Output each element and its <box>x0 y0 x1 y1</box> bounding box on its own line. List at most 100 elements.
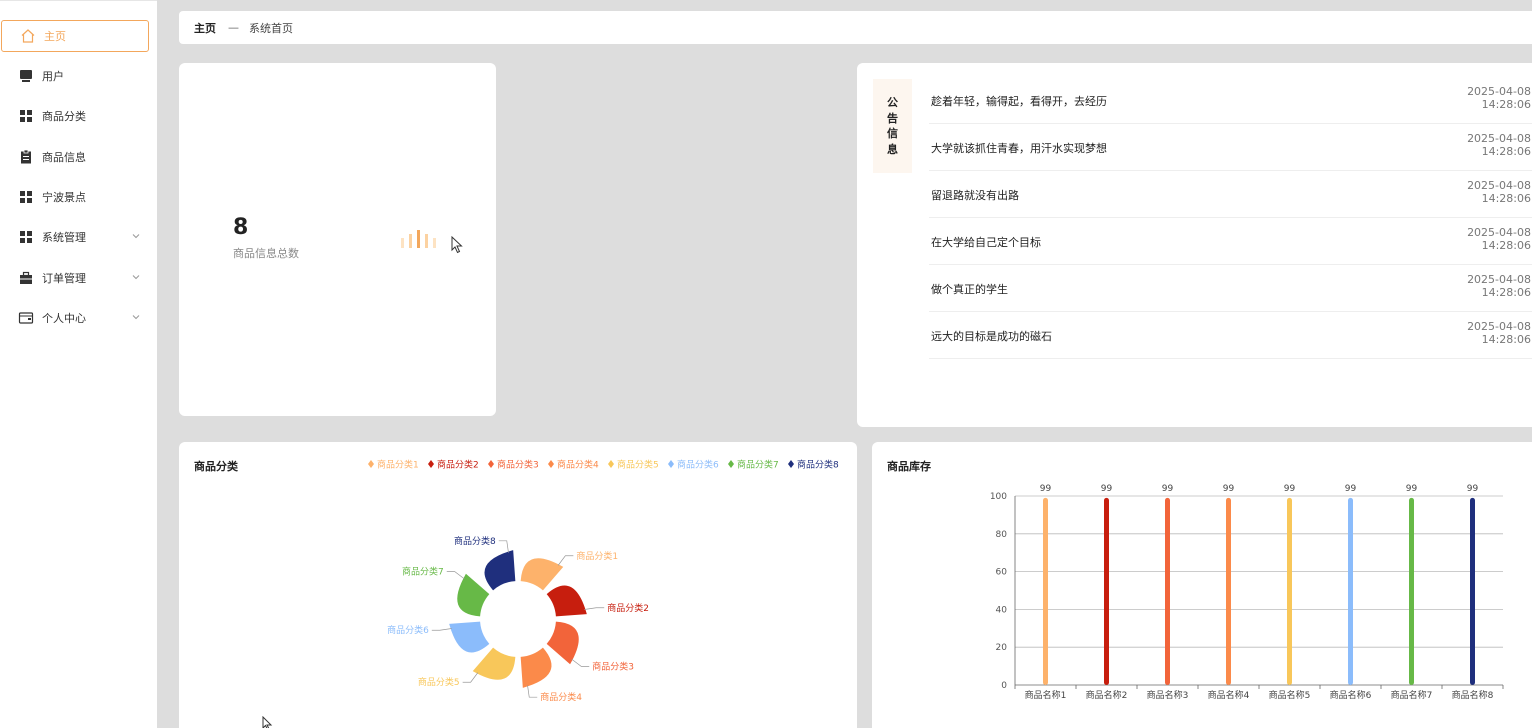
notice-list: 趁着年轻，输得起，看得开，去经历 2025-04-08 14:28:06 大学就该抓住… <box>929 77 1532 359</box>
pie-slice[interactable] <box>546 621 579 665</box>
mouse-cursor-icon <box>451 236 463 254</box>
legend-marker <box>488 460 494 468</box>
notice-title[interactable]: 远大的目标是成功的磁石 <box>931 328 1052 344</box>
notice-title[interactable]: 趁着年轻，输得起，看得开，去经历 <box>931 93 1107 109</box>
notice-title[interactable]: 留退路就没有出路 <box>931 187 1019 203</box>
bar-value-label: 99 <box>1040 484 1052 494</box>
notice-date: 2025-04-08 <box>1467 320 1531 333</box>
bar[interactable] <box>1165 497 1170 685</box>
chevron-down-icon[interactable] <box>130 311 142 323</box>
sidebar-item-1[interactable]: 主页 <box>1 20 149 52</box>
bar[interactable] <box>1470 497 1475 685</box>
legend-item[interactable]: 商品分类1 <box>368 459 419 471</box>
product-count-value: 8 <box>233 215 249 240</box>
legend-item[interactable]: 商品分类7 <box>728 459 779 471</box>
legend-marker <box>788 460 794 468</box>
notice-tag-char: 告 <box>887 111 898 125</box>
pie-label-line <box>446 571 465 580</box>
pie-label: 商品分类4 <box>540 691 582 703</box>
sidebar-item-8[interactable]: 个人中心 <box>0 302 150 334</box>
notice-tag: 公告信息 <box>873 79 912 173</box>
pie-label: 商品分类7 <box>402 566 444 578</box>
bar[interactable] <box>1287 497 1292 685</box>
legend-item[interactable]: 商品分类6 <box>668 459 719 471</box>
notice-tag-char: 公 <box>887 96 898 109</box>
legend-item[interactable]: 商品分类2 <box>428 459 479 471</box>
notice-date: 2025-04-08 <box>1467 132 1531 145</box>
pie-slice[interactable] <box>457 573 490 617</box>
bar[interactable] <box>1104 497 1109 685</box>
notice-tag-char: 息 <box>887 142 898 156</box>
pie-label-line <box>527 685 538 698</box>
chevron-down-icon[interactable] <box>130 230 142 242</box>
notice-date: 2025-04-08 <box>1467 85 1531 98</box>
legend-item[interactable]: 商品分类5 <box>608 459 659 471</box>
grid-icon <box>18 229 34 245</box>
notice-row[interactable]: 留退路就没有出路 2025-04-08 14:28:06 <box>929 171 1532 218</box>
x-tick-label: 商品名称7 <box>1391 689 1433 701</box>
pie-label-line <box>462 672 479 683</box>
y-tick-label: 80 <box>996 530 1008 540</box>
pie-slice[interactable] <box>472 647 516 680</box>
notice-time: 14:28:06 <box>1481 239 1531 252</box>
notice-row[interactable]: 大学就该抓住青春，用汗水实现梦想 2025-04-08 14:28:06 <box>929 124 1532 171</box>
x-tick-label: 商品名称3 <box>1147 689 1189 701</box>
sidebar-item-5[interactable]: 宁波景点 <box>0 181 150 213</box>
notice-row[interactable]: 在大学给自己定个目标 2025-04-08 14:28:06 <box>929 218 1532 265</box>
home-icon <box>20 28 36 44</box>
category-chart-card: 商品分类 商品分类1 商品分类2 商品分类3 商品分类4 商品分类5 商品分类6 商品分类7… <box>179 442 857 728</box>
legend-marker <box>728 460 734 468</box>
bar[interactable] <box>1043 497 1048 685</box>
legend-label: 商品分类1 <box>377 459 419 471</box>
pie-slice[interactable] <box>546 585 587 617</box>
pie-slice[interactable] <box>520 647 552 688</box>
grid-icon <box>18 189 34 205</box>
notice-time: 14:28:06 <box>1481 98 1531 111</box>
wallet-icon <box>18 310 34 326</box>
sidebar-item-2[interactable]: 用户 <box>0 60 150 92</box>
chevron-down-icon[interactable] <box>130 271 142 283</box>
bar[interactable] <box>1409 497 1414 685</box>
grid-icon <box>18 108 34 124</box>
pie-slice[interactable] <box>484 550 516 591</box>
legend-marker <box>608 460 614 468</box>
notice-date: 2025-04-08 <box>1467 226 1531 239</box>
notice-datetime: 2025-04-08 14:28:06 <box>1467 273 1531 299</box>
pie-slice[interactable] <box>449 621 490 653</box>
bar[interactable] <box>1226 497 1231 685</box>
notice-row[interactable]: 趁着年轻，输得起，看得开，去经历 2025-04-08 14:28:06 <box>929 77 1532 124</box>
notice-date: 2025-04-08 <box>1467 273 1531 286</box>
clipboard-icon <box>18 149 34 165</box>
pie-label-line <box>571 658 590 667</box>
sidebar-item-3[interactable]: 商品分类 <box>0 100 150 132</box>
pie-slice[interactable] <box>520 558 564 591</box>
product-count-card: 8 商品信息总数 <box>179 63 496 416</box>
y-tick-label: 60 <box>996 568 1008 578</box>
bar[interactable] <box>1348 497 1353 685</box>
legend-label: 商品分类8 <box>797 459 839 471</box>
pie-label-line <box>498 540 509 553</box>
stock-chart-card: 商品库存 0 20 40 60 80 100 99 商品名称1 99 商品名称2 99 商品名称3 99… <box>872 442 1532 728</box>
notice-title[interactable]: 在大学给自己定个目标 <box>931 234 1041 250</box>
notice-title[interactable]: 做个真正的学生 <box>931 281 1008 297</box>
notice-card: 公告信息 趁着年轻，输得起，看得开，去经历 2025-04-08 14:28:06 大… <box>857 63 1532 427</box>
sidebar-item-6[interactable]: 系统管理 <box>0 221 150 253</box>
notice-row[interactable]: 远大的目标是成功的磁石 2025-04-08 14:28:06 <box>929 312 1532 359</box>
sidebar-item-4[interactable]: 商品信息 <box>0 141 150 173</box>
notice-row[interactable]: 做个真正的学生 2025-04-08 14:28:06 <box>929 265 1532 312</box>
legend-item[interactable]: 商品分类3 <box>488 459 539 471</box>
legend-item[interactable]: 商品分类4 <box>548 459 599 471</box>
x-tick-label: 商品名称4 <box>1208 689 1250 701</box>
notice-time: 14:28:06 <box>1481 333 1531 346</box>
bar-value-label: 99 <box>1284 484 1296 494</box>
legend-item[interactable]: 商品分类8 <box>788 459 839 471</box>
sidebar-item-label: 主页 <box>44 30 66 43</box>
briefcase-icon <box>18 270 34 286</box>
notice-title[interactable]: 大学就该抓住青春，用汗水实现梦想 <box>931 140 1107 156</box>
sidebar-item-7[interactable]: 订单管理 <box>0 262 150 294</box>
breadcrumb-home[interactable]: 主页 <box>194 20 216 36</box>
legend-marker <box>548 460 554 468</box>
bar-value-label: 99 <box>1467 484 1479 494</box>
sidebar-item-label: 宁波景点 <box>42 191 86 204</box>
notice-datetime: 2025-04-08 14:28:06 <box>1467 85 1531 111</box>
